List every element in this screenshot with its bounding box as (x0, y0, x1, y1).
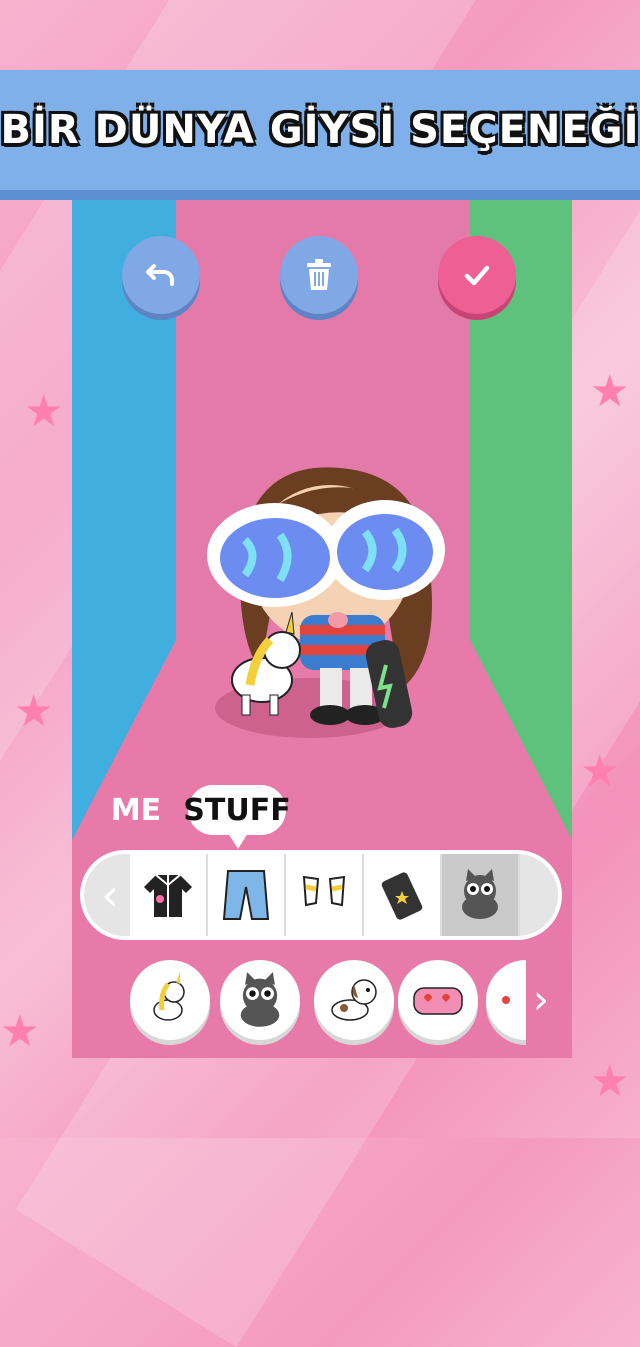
category-pants[interactable] (208, 854, 286, 936)
tab-me[interactable]: ME (106, 785, 166, 835)
undo-icon (146, 264, 174, 286)
chevron-right-icon[interactable]: › (526, 975, 556, 1025)
category-tray: ‹ (80, 850, 562, 940)
item-cat[interactable] (220, 960, 300, 1040)
shoe-left (310, 705, 350, 725)
leg-right (350, 668, 372, 708)
confirm-button[interactable] (438, 236, 516, 314)
chevron-left-icon[interactable]: ‹ (90, 870, 130, 921)
banner-title: BİR DÜNYA GİYSİ SEÇENEĞİ (0, 107, 640, 153)
check-icon (464, 265, 490, 286)
leg-left (320, 668, 342, 708)
star-decoration: ★ (24, 386, 64, 437)
category-jacket[interactable] (130, 854, 208, 936)
delete-button[interactable] (280, 236, 358, 314)
star-decoration: ★ (0, 1006, 40, 1057)
glasses-lens-left (220, 518, 330, 598)
sneakers-icon (302, 875, 346, 907)
item-pencil-case[interactable] (398, 960, 478, 1040)
phone-icon (381, 872, 423, 920)
cat-icon (240, 972, 280, 1027)
category-shoes[interactable] (286, 854, 364, 936)
cat-icon (462, 869, 498, 919)
item-unicorn[interactable] (130, 960, 210, 1040)
unicorn-icon (153, 972, 185, 1021)
jacket-icon (144, 874, 192, 917)
trash-icon (307, 259, 331, 290)
star-decoration: ★ (590, 1056, 630, 1107)
category-accessories[interactable] (364, 854, 442, 936)
star-decoration: ★ (580, 746, 620, 797)
dog-icon (331, 979, 377, 1021)
title-banner: BİR DÜNYA GİYSİ SEÇENEĞİ (0, 70, 640, 200)
category-pets[interactable] (442, 854, 520, 936)
star-decoration: ★ (590, 366, 630, 417)
tongue (328, 612, 348, 628)
item-dog[interactable] (314, 960, 394, 1040)
undo-button[interactable] (122, 236, 200, 314)
pants-icon (222, 870, 270, 920)
tab-stuff[interactable]: STUFF (183, 785, 291, 849)
pencil-case-icon (413, 987, 463, 1015)
glasses-lens-right (337, 514, 433, 590)
character-avatar[interactable] (200, 440, 460, 740)
partial-item-icon (502, 996, 510, 1004)
star-decoration: ★ (14, 686, 54, 737)
